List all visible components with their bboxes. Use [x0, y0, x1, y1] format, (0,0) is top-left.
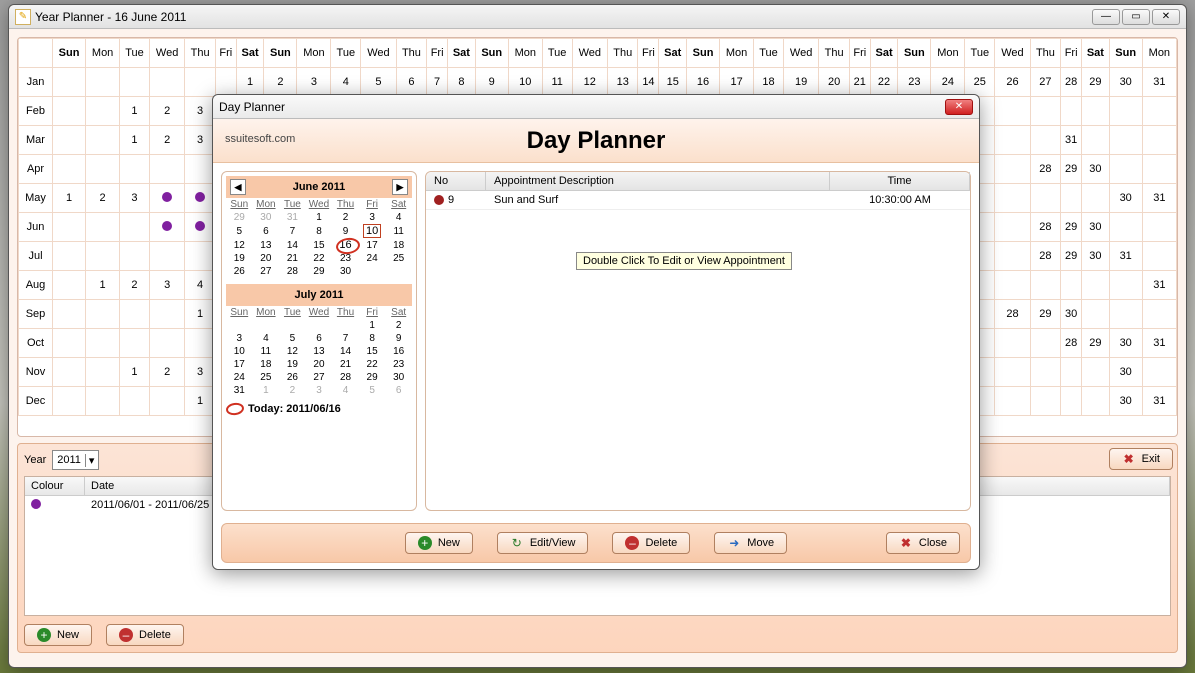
dialog-header: ssuitesoft.com Day Planner [213, 119, 979, 163]
new-button[interactable]: + New [24, 624, 92, 646]
col-time[interactable]: Time [830, 172, 970, 190]
titlebar[interactable]: Year Planner - 16 June 2011 — ▭ ✕ [9, 5, 1186, 29]
appt-time: 10:30:00 AM [830, 191, 970, 209]
dialog-titlebar[interactable]: Day Planner ✕ [213, 95, 979, 119]
colour-dot-icon [31, 499, 41, 509]
x-icon: ✖ [1122, 452, 1136, 466]
dialog-close-button[interactable]: ✕ [945, 99, 973, 115]
x-icon: ✖ [899, 536, 913, 550]
app-icon [15, 9, 31, 25]
dialog-heading: Day Planner [527, 127, 666, 155]
dlg-delete-button[interactable]: –Delete [612, 532, 690, 554]
month1-header: ◀ June 2011 ▶ [226, 176, 412, 198]
plus-icon: + [37, 628, 51, 642]
reload-icon: ↻ [510, 536, 524, 550]
tooltip: Double Click To Edit or View Appointment [576, 252, 792, 270]
dlg-close-button[interactable]: ✖Close [886, 532, 960, 554]
mini-calendar-july[interactable]: SunMonTueWedThuFriSat1234567891011121314… [226, 306, 412, 397]
minus-icon: – [119, 628, 133, 642]
appointment-row[interactable]: 9 Sun and Surf 10:30:00 AM [426, 191, 970, 210]
bullet-icon [434, 195, 444, 205]
mini-calendar-june[interactable]: SunMonTueWedThuFriSat2930311234567891011… [226, 198, 412, 278]
chevron-down-icon: ▾ [85, 454, 95, 467]
appointment-pane: No Appointment Description Time 9 Sun an… [425, 171, 971, 511]
minimize-button[interactable]: — [1092, 9, 1120, 25]
appt-desc: Sun and Surf [486, 191, 830, 209]
dlg-move-button[interactable]: ➜Move [714, 532, 787, 554]
dlg-new-button[interactable]: +New [405, 532, 473, 554]
day-planner-dialog: Day Planner ✕ ssuitesoft.com Day Planner… [212, 94, 980, 570]
prev-month-button[interactable]: ◀ [230, 179, 246, 195]
dialog-footer: +New ↻Edit/View –Delete ➜Move ✖Close [221, 523, 971, 563]
plus-icon: + [418, 536, 432, 550]
col-desc[interactable]: Appointment Description [486, 172, 830, 190]
minus-icon: – [625, 536, 639, 550]
exit-button[interactable]: ✖ Exit [1109, 448, 1173, 470]
dlg-edit-button[interactable]: ↻Edit/View [497, 532, 589, 554]
year-value: 2011 [57, 454, 81, 466]
dialog-title: Day Planner [219, 100, 285, 114]
brand-label: ssuitesoft.com [225, 133, 295, 145]
move-icon: ➜ [727, 536, 741, 550]
next-month-button[interactable]: ▶ [392, 179, 408, 195]
today-link[interactable]: Today: 2011/06/16 [226, 403, 412, 415]
maximize-button[interactable]: ▭ [1122, 9, 1150, 25]
year-select[interactable]: 2011 ▾ [52, 450, 99, 470]
month2-header: July 2011 [226, 284, 412, 306]
today-ring-icon [225, 402, 244, 416]
mini-calendar-pane: ◀ June 2011 ▶ SunMonTueWedThuFriSat29303… [221, 171, 417, 511]
year-label: Year [24, 454, 46, 466]
col-no[interactable]: No [426, 172, 486, 190]
delete-button[interactable]: – Delete [106, 624, 184, 646]
close-button[interactable]: ✕ [1152, 9, 1180, 25]
window-title: Year Planner - 16 June 2011 [35, 10, 186, 24]
col-colour[interactable]: Colour [25, 477, 85, 495]
